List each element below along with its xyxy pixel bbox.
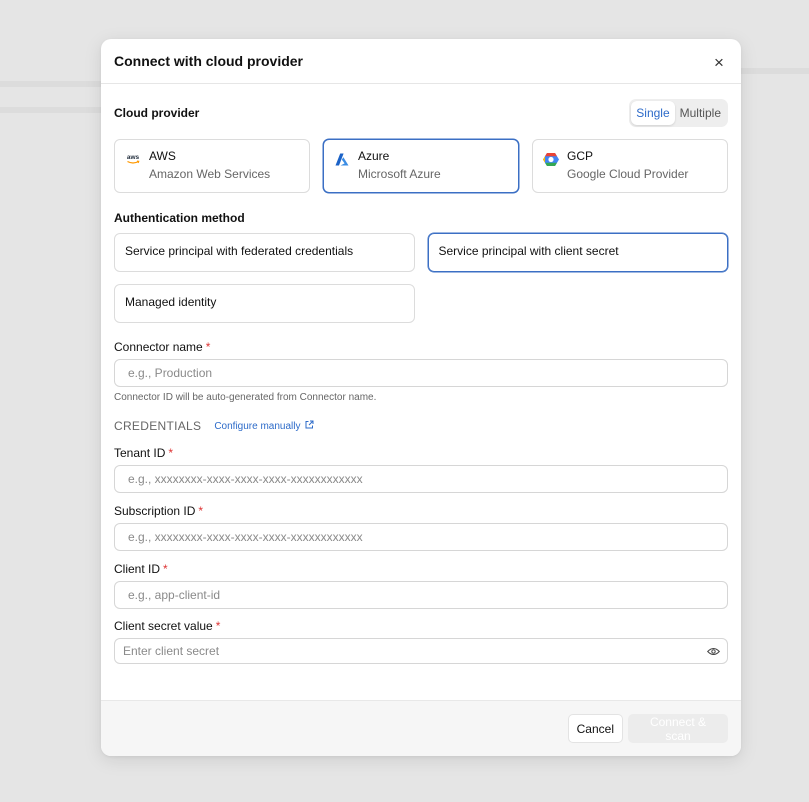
required-mark: * xyxy=(168,446,174,460)
required-mark: * xyxy=(205,340,211,354)
subscription-id-input[interactable] xyxy=(114,523,728,551)
credentials-title: CREDENTIALS xyxy=(114,419,202,433)
provider-subtitle: Google Cloud Provider xyxy=(567,167,689,181)
dialog-title: Connect with cloud provider xyxy=(114,53,304,69)
auth-option-federated[interactable]: Service principal with federated credent… xyxy=(114,233,415,272)
subscription-id-label: Subscription ID * xyxy=(114,504,204,518)
external-link-icon xyxy=(305,420,314,432)
connector-name-group: Connector name* Connector ID will be aut… xyxy=(114,340,728,403)
client-secret-group: Client secret value * xyxy=(114,619,728,664)
tenant-id-group: Tenant ID * xyxy=(114,446,728,493)
provider-card-aws[interactable]: aws AWS Amazon Web Services xyxy=(114,139,310,193)
required-mark: * xyxy=(215,619,221,633)
cloud-provider-label: Cloud provider xyxy=(114,106,200,120)
auth-option-client-secret[interactable]: Service principal with client secret xyxy=(427,233,728,272)
required-mark: * xyxy=(198,504,204,518)
dialog-footer: Cancel Connect & scan xyxy=(101,700,741,756)
provider-subtitle: Microsoft Azure xyxy=(358,167,441,181)
provider-name: Azure xyxy=(358,149,390,163)
auth-method-options: Service principal with federated credent… xyxy=(114,233,728,323)
client-id-group: Client ID * xyxy=(114,562,728,609)
azure-logo-icon xyxy=(334,151,350,167)
client-id-input[interactable] xyxy=(114,581,728,609)
background-line xyxy=(0,81,101,87)
client-secret-input[interactable] xyxy=(114,638,728,664)
client-secret-wrapper xyxy=(114,638,728,664)
tenant-id-label: Tenant ID * xyxy=(114,446,174,460)
close-icon[interactable]: × xyxy=(708,52,730,74)
configure-manually-link[interactable]: Configure manually xyxy=(214,420,313,432)
mode-toggle: Single Multiple xyxy=(629,99,728,127)
provider-cards: aws AWS Amazon Web Services Azure Micros… xyxy=(114,139,728,193)
cancel-button[interactable]: Cancel xyxy=(567,714,623,743)
provider-name: GCP xyxy=(567,149,594,163)
eye-icon[interactable] xyxy=(706,644,720,658)
dialog-header: Connect with cloud provider × xyxy=(101,39,741,84)
tenant-id-input[interactable] xyxy=(114,465,728,493)
gcp-logo-icon xyxy=(543,151,559,167)
connector-name-input[interactable] xyxy=(114,359,728,387)
background-line xyxy=(0,107,101,113)
aws-logo-icon: aws xyxy=(125,151,141,167)
subscription-id-group: Subscription ID * xyxy=(114,504,728,551)
required-mark: * xyxy=(163,562,168,576)
client-id-label: Client ID * xyxy=(114,562,168,576)
connector-name-hint: Connector ID will be auto-generated from… xyxy=(114,392,377,403)
credentials-header: CREDENTIALS Configure manually xyxy=(114,419,728,433)
mode-multiple-button[interactable]: Multiple xyxy=(675,101,726,125)
provider-name: AWS xyxy=(149,149,176,163)
auth-method-label: Authentication method xyxy=(114,211,245,225)
connect-and-scan-button[interactable]: Connect & scan xyxy=(628,714,728,743)
mode-single-button[interactable]: Single xyxy=(631,101,675,125)
connector-name-label: Connector name * xyxy=(114,340,211,354)
svg-text:aws: aws xyxy=(127,154,140,161)
provider-subtitle: Amazon Web Services xyxy=(149,167,271,181)
connect-cloud-dialog: Connect with cloud provider × Cloud prov… xyxy=(101,39,741,756)
provider-card-gcp[interactable]: GCP Google Cloud Provider xyxy=(532,139,728,193)
provider-card-azure[interactable]: Azure Microsoft Azure xyxy=(323,139,519,193)
auth-option-managed-identity[interactable]: Managed identity xyxy=(114,284,415,323)
cloud-provider-header: Cloud provider Single Multiple xyxy=(114,99,728,127)
background-line xyxy=(741,68,809,74)
client-secret-label: Client secret value * xyxy=(114,619,221,633)
configure-manually-label: Configure manually xyxy=(214,420,301,432)
dialog-body: Cloud provider Single Multiple aws AWS A… xyxy=(101,99,741,715)
